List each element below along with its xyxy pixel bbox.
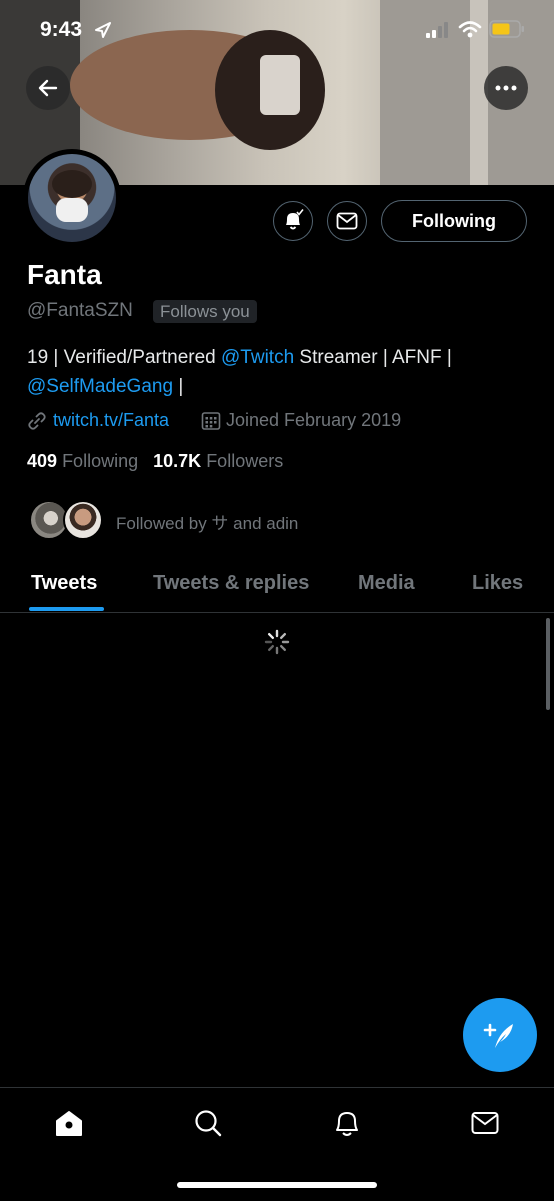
followers-stat[interactable]: 10.7K Followers <box>153 451 283 471</box>
search-icon <box>195 1110 222 1137</box>
scrollbar[interactable] <box>546 618 550 710</box>
joined-date: Joined February 2019 <box>226 410 402 430</box>
followed-by-avatars[interactable] <box>29 498 109 542</box>
following-count: 409 <box>27 451 58 471</box>
cellular-signal-icon <box>426 22 448 38</box>
notifications-icon <box>336 1112 358 1136</box>
location-arrow-icon <box>95 22 111 38</box>
status-bar: 9:43 <box>0 0 554 60</box>
status-time: 9:43 <box>40 18 83 41</box>
bio-text: | <box>173 376 184 397</box>
nav-search[interactable] <box>191 1106 225 1140</box>
battery-icon <box>489 20 524 38</box>
more-dots-icon <box>495 85 517 91</box>
wifi-icon <box>458 21 482 38</box>
link-icon <box>28 411 46 430</box>
joined-row: Joined February 2019 <box>201 410 401 431</box>
nav-messages[interactable] <box>468 1106 502 1140</box>
nav-home[interactable] <box>52 1106 86 1140</box>
tab-tweets-replies[interactable]: Tweets & replies <box>153 572 309 595</box>
profile-bio: 19 | Verified/Partnered @Twitch Streamer… <box>27 343 527 401</box>
compose-feather-icon <box>483 1023 513 1048</box>
back-arrow-icon <box>38 79 58 97</box>
website-row[interactable]: twitch.tv/Fanta <box>27 410 169 431</box>
follows-you-badge: Follows you <box>153 300 257 323</box>
home-indicator[interactable] <box>177 1182 377 1188</box>
envelope-icon <box>336 212 358 230</box>
tab-media[interactable]: Media <box>358 572 415 595</box>
compose-tweet-button[interactable] <box>463 998 537 1072</box>
followers-label: Followers <box>206 451 284 471</box>
nav-notifications[interactable] <box>330 1106 364 1140</box>
bell-check-icon <box>286 209 304 230</box>
bio-text: 19 | Verified/Partnered <box>27 347 221 368</box>
calendar-icon <box>201 411 221 430</box>
loading-spinner-icon <box>264 629 290 655</box>
profile-avatar[interactable] <box>23 149 121 247</box>
profile-handle: @FantaSZN <box>27 300 133 321</box>
profile-name: Fanta <box>27 259 102 290</box>
active-tab-indicator <box>29 607 104 611</box>
mutual-avatar <box>63 500 103 540</box>
website-link[interactable]: twitch.tv/Fanta <box>53 410 169 431</box>
bio-text: Streamer | AFNF | <box>294 347 452 368</box>
tab-tweets[interactable]: Tweets <box>31 572 97 595</box>
following-button[interactable]: Following <box>381 200 527 242</box>
bio-mention-selfmadegang[interactable]: @SelfMadeGang <box>27 376 173 397</box>
following-stat[interactable]: 409 Following <box>27 451 138 471</box>
messages-icon <box>471 1112 499 1134</box>
follow-stats: 409 Following 10.7K Followers <box>27 451 283 472</box>
home-icon <box>56 1111 82 1136</box>
notifications-subscribe-button[interactable] <box>273 201 313 241</box>
followers-count: 10.7K <box>153 451 202 471</box>
profile-tabs: Tweets Tweets & replies Media Likes <box>0 558 554 613</box>
tab-likes[interactable]: Likes <box>472 572 523 595</box>
back-button[interactable] <box>26 66 70 110</box>
followed-by-text[interactable]: Followed by サ and adin <box>116 509 298 534</box>
following-label: Following <box>62 451 139 471</box>
message-button[interactable] <box>327 201 367 241</box>
more-options-button[interactable] <box>484 66 528 110</box>
avatar-image <box>28 154 116 242</box>
bio-mention-twitch[interactable]: @Twitch <box>221 347 294 368</box>
